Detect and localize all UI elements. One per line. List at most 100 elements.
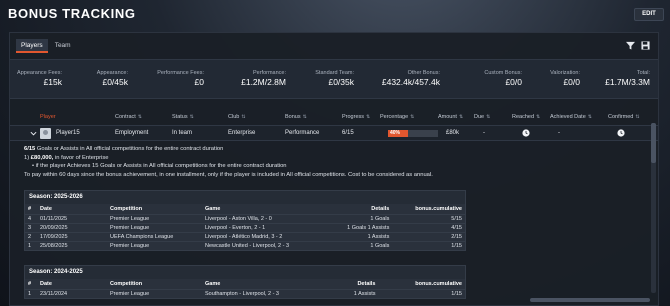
column-label: Progress	[342, 114, 365, 120]
save-icon[interactable]	[641, 41, 650, 50]
detail-progress: 6/15	[24, 146, 36, 152]
stat-performance-fees: Performance Fees: £0	[157, 70, 204, 87]
clause-number: 1)	[24, 154, 30, 161]
cell: 1	[25, 240, 37, 250]
progress-cell: 6/15	[342, 130, 354, 136]
cell: Premier League	[107, 288, 202, 298]
percentage-fill: 40%	[388, 130, 408, 137]
table-row: 2 17/09/2025 UEFA Champions League Liverpoo…	[25, 231, 465, 241]
filter-icon[interactable]	[626, 41, 635, 50]
stat-value: £0/35k	[328, 77, 354, 87]
sort-icon: ⇅	[536, 114, 541, 120]
tab-bar: Players Team	[16, 39, 76, 53]
detail-summary: 6/15 Goals or Assists in All official co…	[24, 145, 654, 154]
cell: Liverpool - Everton, 2 - 1	[202, 222, 326, 232]
cell: 1 Assists	[326, 231, 393, 241]
clock-icon	[522, 129, 530, 137]
col-cumulative: bonus.cumulative	[415, 280, 462, 287]
column-label: Achieved Date	[550, 114, 586, 120]
table-row[interactable]: Player15 Employment In team Enterprise P…	[10, 125, 658, 141]
column-label: Due	[474, 114, 485, 120]
scroll-thumb[interactable]	[651, 123, 656, 163]
tab-players[interactable]: Players	[16, 39, 48, 53]
column-contract[interactable]: Contract ⇅	[115, 114, 142, 120]
column-achieved-date[interactable]: Achieved Date ⇅	[550, 114, 592, 120]
status-cell: In team	[172, 130, 193, 136]
column-bonus[interactable]: Bonus ⇅	[285, 114, 307, 120]
player-name[interactable]: Player15	[56, 130, 80, 136]
stat-total: Total: £1.7M/3.3M	[605, 70, 650, 87]
cell: 23/11/2024	[37, 288, 107, 298]
column-confirmed[interactable]: Confirmed ⇅	[608, 114, 640, 120]
percentage-bar: 40%	[388, 130, 438, 137]
stat-appearance: Appearance: £0/45k	[97, 70, 128, 87]
season-title: Season: 2025-2026	[25, 191, 465, 204]
stat-valorization: Valorization: £0/0	[550, 70, 580, 87]
column-percentage[interactable]: Percentage ⇅	[380, 114, 414, 120]
clock-icon	[617, 129, 625, 137]
column-club[interactable]: Club ⇅	[228, 114, 246, 120]
chevron-down-icon[interactable]	[30, 130, 37, 137]
cell: Premier League	[107, 240, 202, 250]
cell: 25/08/2025	[37, 240, 107, 250]
stat-value: £432.4k/457.4k	[381, 77, 440, 87]
stat-value: £15k	[43, 77, 62, 87]
cell: Premier League	[107, 222, 202, 232]
amount-cell: £80k	[446, 130, 460, 136]
stat-label: Valorization:	[550, 70, 580, 76]
column-due[interactable]: Due ⇅	[474, 114, 490, 120]
col-details: Details	[357, 280, 376, 287]
due-cell: -	[483, 130, 485, 136]
avatar	[40, 128, 51, 139]
detail-condition: • if the player Achieves 15 Goals or Ass…	[32, 163, 287, 169]
sort-icon: ⇅	[302, 114, 307, 120]
cell: Premier League	[107, 213, 202, 223]
table-header: Player Contract ⇅ Status ⇅ Club ⇅ Bonus ⇅ Pr…	[10, 111, 658, 125]
cell: 1/15	[392, 240, 465, 250]
cell: UEFA Champions League	[107, 231, 202, 241]
column-status[interactable]: Status ⇅	[172, 114, 194, 120]
sort-icon: ⇅	[587, 114, 592, 120]
cell: 1/15	[378, 288, 465, 298]
column-amount[interactable]: Amount ⇅	[438, 114, 463, 120]
cell: Southampton - Liverpool, 2 - 3	[202, 288, 334, 298]
cell: 1	[25, 288, 37, 298]
stat-value: £0	[194, 77, 204, 87]
tab-team[interactable]: Team	[50, 39, 76, 53]
cell: 5/15	[392, 213, 465, 223]
sort-icon: ⇅	[410, 114, 415, 120]
cell: 17/09/2025	[37, 231, 107, 241]
column-label: Percentage	[380, 114, 409, 120]
sort-icon: ⇅	[366, 114, 371, 120]
stat-standard-team: Standard Team: £0/35k	[315, 70, 354, 87]
detail-text: Goals or Assists in All official competi…	[36, 146, 224, 152]
cell: 4/15	[392, 222, 465, 232]
cell: 1 Goals 1 Assists	[326, 222, 393, 232]
vertical-scrollbar[interactable]	[651, 123, 656, 293]
stat-other-bonus: Other Bonus: £432.4k/457.4k	[382, 70, 440, 87]
stat-value: £0/45k	[102, 77, 128, 87]
toolbar	[626, 41, 650, 50]
column-player[interactable]: Player	[40, 114, 56, 120]
stat-label: Total:	[636, 70, 650, 76]
col-date: Date	[40, 205, 52, 212]
cell: Newcastle United - Liverpool, 2 - 3	[202, 240, 326, 250]
sort-icon: ⇅	[486, 114, 491, 120]
stat-value: £0/0	[563, 77, 580, 87]
edit-button[interactable]: EDIT	[634, 8, 664, 21]
col-cumulative: bonus.cumulative	[415, 205, 462, 212]
season-block: Season: 2025-2026 # Date Competition Gam…	[24, 190, 466, 251]
col-num: #	[28, 280, 32, 287]
col-competition: Competition	[110, 280, 143, 287]
bonus-cell: Performance	[285, 130, 320, 136]
column-progress[interactable]: Progress ⇅	[342, 114, 370, 120]
club-cell: Enterprise	[228, 130, 256, 136]
horizontal-scrollbar[interactable]	[530, 298, 650, 302]
cell: 01/11/2025	[37, 213, 107, 223]
season-table: # Date Competition Game Details bonus.cu…	[25, 279, 465, 298]
table-row: 4 01/11/2025 Premier League Liverpool - Ast…	[25, 213, 465, 223]
column-reached[interactable]: Reached ⇅	[512, 114, 540, 120]
cell: 2	[25, 231, 37, 241]
column-label: Status	[172, 114, 188, 120]
cell: 1 Assists	[333, 288, 379, 298]
